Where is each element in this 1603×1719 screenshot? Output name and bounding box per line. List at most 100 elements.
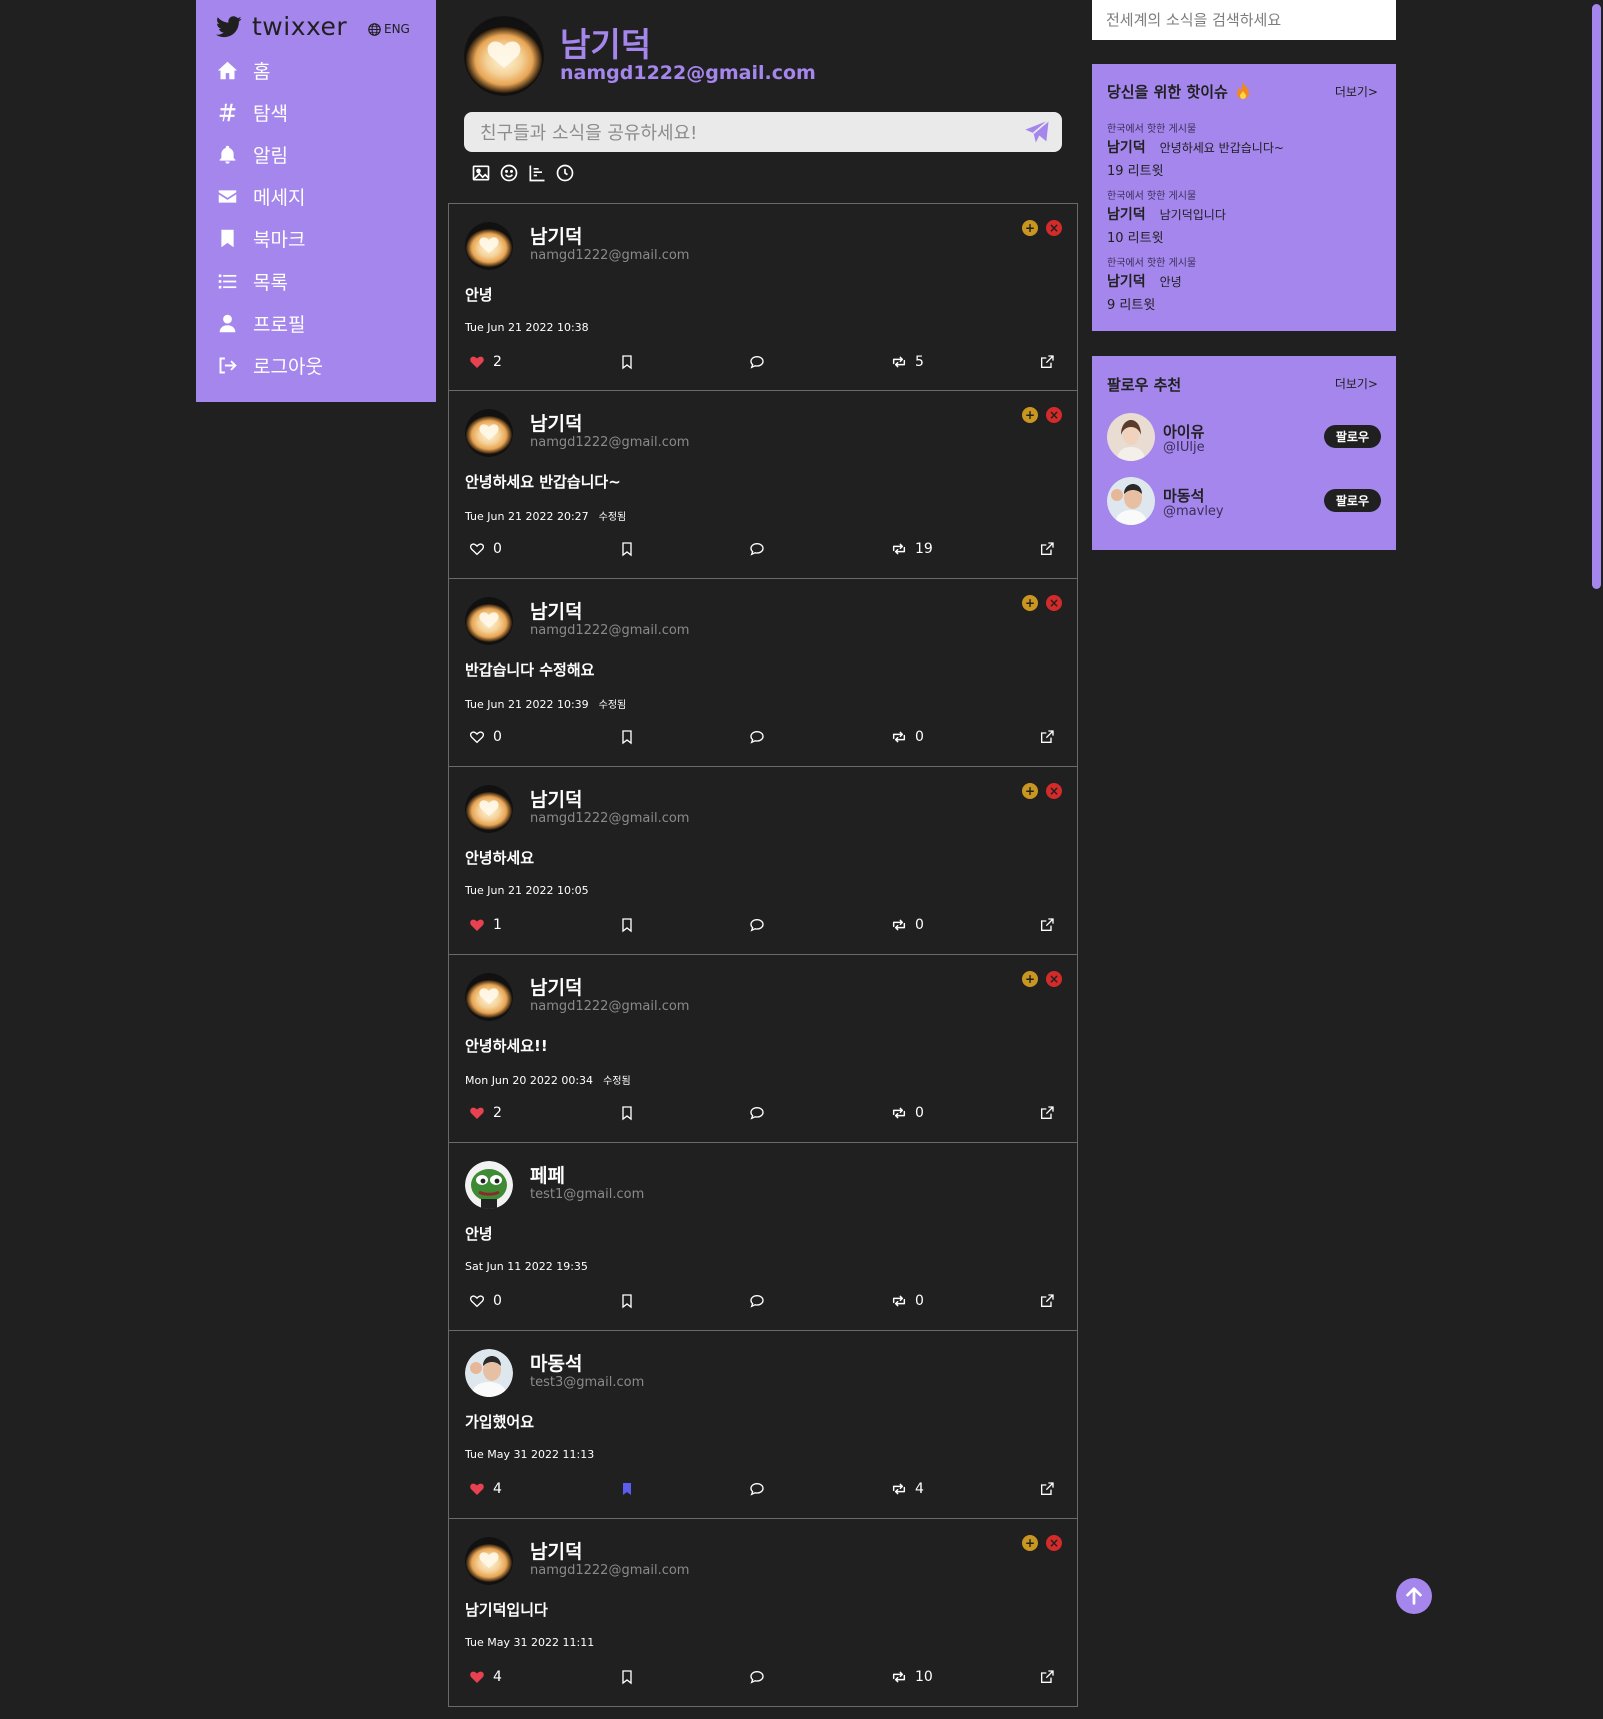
nav-item-logout[interactable]: 로그아웃 — [216, 348, 323, 382]
delete-post-icon[interactable]: × — [1046, 595, 1062, 611]
nav-item-home[interactable]: 홈 — [216, 53, 270, 87]
comment-button[interactable] — [749, 1105, 765, 1121]
delete-post-icon[interactable]: × — [1046, 220, 1062, 236]
edit-post-icon[interactable]: + — [1022, 971, 1038, 987]
share-button[interactable] — [1039, 1105, 1055, 1121]
bookmark-button[interactable] — [619, 729, 635, 745]
comment-button[interactable] — [749, 729, 765, 745]
bookmark-button[interactable] — [619, 541, 635, 557]
retweet-button[interactable]: 19 — [891, 541, 933, 557]
delete-post-icon[interactable]: × — [1046, 783, 1062, 799]
comment-button[interactable] — [749, 541, 765, 557]
comment-button[interactable] — [749, 354, 765, 370]
avatar[interactable] — [465, 1161, 513, 1209]
share-button[interactable] — [1039, 354, 1055, 370]
post-card[interactable]: 페페 test1@gmail.com 안녕 Sat Jun 11 2022 19:35… — [448, 1143, 1078, 1331]
language-toggle[interactable]: ENG — [368, 22, 410, 36]
avatar[interactable] — [465, 973, 513, 1021]
image-icon[interactable] — [470, 162, 492, 184]
trend-item[interactable]: 남기덕 안녕하세요 반갑습니다~ — [1107, 137, 1284, 157]
comment-button[interactable] — [749, 1481, 765, 1497]
post-card[interactable]: 마동석 test3@gmail.com 가입했어요 Tue May 31 2022 1… — [448, 1331, 1078, 1519]
bookmark-button[interactable] — [619, 1105, 635, 1121]
comment-button[interactable] — [749, 917, 765, 933]
trends-more-link[interactable]: 더보기> — [1335, 83, 1378, 100]
share-button[interactable] — [1039, 541, 1055, 557]
nav-item-explore[interactable]: 탐색 — [216, 95, 288, 129]
avatar[interactable] — [1107, 477, 1155, 525]
retweet-button[interactable]: 0 — [891, 917, 924, 933]
post-card[interactable]: 남기덕 namgd1222@gmail.com 남기덕입니다 Tue May 31 2… — [448, 1519, 1078, 1707]
nav-item-label: 북마크 — [253, 228, 306, 251]
comment-button[interactable] — [749, 1669, 765, 1685]
bookmark-button[interactable] — [619, 917, 635, 933]
edit-post-icon[interactable]: + — [1022, 595, 1038, 611]
emoji-icon[interactable] — [498, 162, 520, 184]
retweet-button[interactable]: 5 — [891, 354, 924, 370]
edit-post-icon[interactable]: + — [1022, 1535, 1038, 1551]
delete-post-icon[interactable]: × — [1046, 971, 1062, 987]
scrollbar-thumb[interactable] — [1592, 4, 1601, 589]
like-button[interactable]: 2 — [469, 354, 502, 370]
post-card[interactable]: 남기덕 namgd1222@gmail.com 안녕하세요!! Mon Jun 20 … — [448, 955, 1078, 1143]
like-button[interactable]: 0 — [469, 541, 502, 557]
post-controls: + × — [1022, 783, 1062, 799]
avatar[interactable] — [1107, 413, 1155, 461]
profile-avatar[interactable] — [464, 16, 544, 96]
like-button[interactable]: 4 — [469, 1669, 502, 1685]
like-button[interactable]: 0 — [469, 729, 502, 745]
like-button[interactable]: 4 — [469, 1481, 502, 1497]
nav-item-lists[interactable]: 목록 — [216, 264, 288, 298]
edit-post-icon[interactable]: + — [1022, 783, 1038, 799]
nav-item-messages[interactable]: 메세지 — [216, 179, 305, 213]
avatar[interactable] — [465, 409, 513, 457]
bookmark-button[interactable] — [619, 354, 635, 370]
post-card[interactable]: 남기덕 namgd1222@gmail.com 안녕하세요 반갑습니다~ Tue Ju… — [448, 391, 1078, 579]
nav-item-profile[interactable]: 프로필 — [216, 306, 305, 340]
avatar[interactable] — [465, 785, 513, 833]
compose-input[interactable] — [464, 112, 1022, 154]
retweet-button[interactable]: 4 — [891, 1481, 924, 1497]
share-button[interactable] — [1039, 729, 1055, 745]
nav-item-bookmarks[interactable]: 북마크 — [216, 221, 305, 255]
follow-button[interactable]: 팔로우 — [1323, 425, 1381, 448]
edit-post-icon[interactable]: + — [1022, 407, 1038, 423]
share-button[interactable] — [1039, 1481, 1055, 1497]
trend-item[interactable]: 남기덕 안녕 — [1107, 271, 1182, 291]
share-button[interactable] — [1039, 1293, 1055, 1309]
retweet-button[interactable]: 0 — [891, 1105, 924, 1121]
like-button[interactable]: 1 — [469, 917, 502, 933]
bookmark-button[interactable] — [619, 1293, 635, 1309]
avatar[interactable] — [465, 222, 513, 270]
post-card[interactable]: 남기덕 namgd1222@gmail.com 반갑습니다 수정해요 Tue Jun … — [448, 579, 1078, 767]
scrollbar[interactable] — [1590, 0, 1603, 1719]
avatar[interactable] — [465, 1349, 513, 1397]
search-input[interactable] — [1092, 0, 1396, 40]
like-button[interactable]: 0 — [469, 1293, 502, 1309]
poll-icon[interactable] — [526, 162, 548, 184]
avatar[interactable] — [465, 1537, 513, 1585]
follow-button[interactable]: 팔로우 — [1323, 489, 1381, 512]
nav-item-notifications[interactable]: 알림 — [216, 137, 288, 171]
retweet-button[interactable]: 0 — [891, 1293, 924, 1309]
post-card[interactable]: 남기덕 namgd1222@gmail.com 안녕하세요 Tue Jun 21 20… — [448, 767, 1078, 955]
follow-more-link[interactable]: 더보기> — [1335, 375, 1378, 392]
brand[interactable]: twixxer — [216, 12, 347, 41]
delete-post-icon[interactable]: × — [1046, 1535, 1062, 1551]
edit-post-icon[interactable]: + — [1022, 220, 1038, 236]
like-button[interactable]: 2 — [469, 1105, 502, 1121]
delete-post-icon[interactable]: × — [1046, 407, 1062, 423]
scroll-to-top-button[interactable] — [1396, 1578, 1432, 1614]
bookmark-button[interactable] — [619, 1481, 635, 1497]
schedule-icon[interactable] — [554, 162, 576, 184]
avatar[interactable] — [465, 597, 513, 645]
share-button[interactable] — [1039, 1669, 1055, 1685]
retweet-button[interactable]: 0 — [891, 729, 924, 745]
retweet-button[interactable]: 10 — [891, 1669, 933, 1685]
share-button[interactable] — [1039, 917, 1055, 933]
trend-item[interactable]: 남기덕 남기덕입니다 — [1107, 204, 1226, 224]
bookmark-button[interactable] — [619, 1669, 635, 1685]
post-card[interactable]: 남기덕 namgd1222@gmail.com 안녕 Tue Jun 21 2022 … — [448, 203, 1078, 391]
send-icon[interactable] — [1022, 118, 1052, 146]
comment-button[interactable] — [749, 1293, 765, 1309]
